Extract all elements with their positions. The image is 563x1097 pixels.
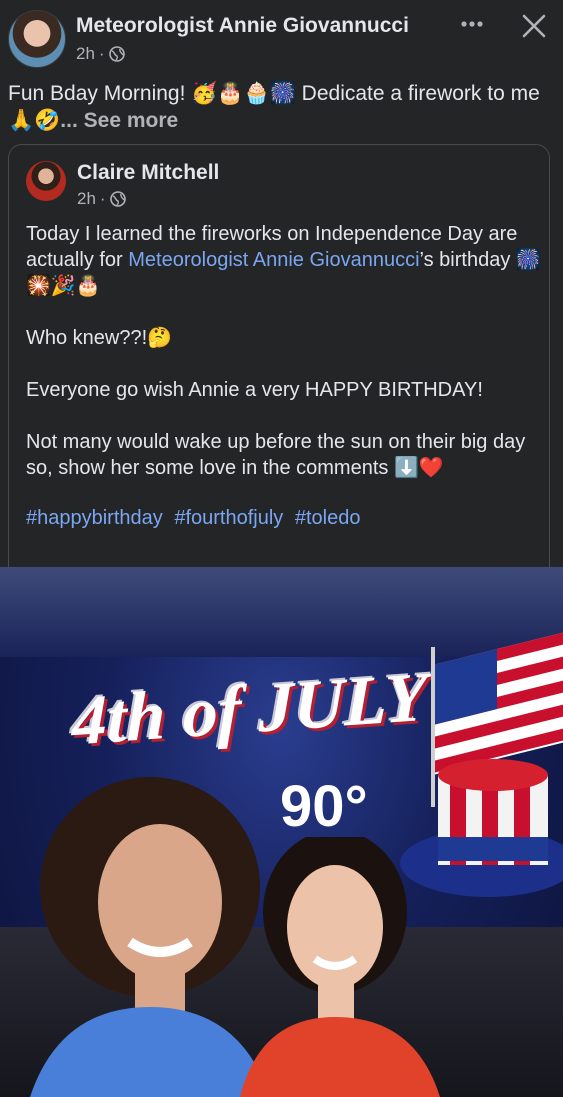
- shared-author-name[interactable]: Claire Mitchell: [77, 161, 219, 185]
- meta-separator: ·: [99, 189, 106, 208]
- person-right: [240, 837, 440, 1097]
- more-horizontal-icon: [461, 21, 483, 27]
- post-header: Meteorologist Annie Giovannucci 2h ·: [0, 0, 563, 76]
- close-icon: [522, 14, 546, 38]
- hashtag-list: #happybirthday #fourthofjuly #toledo: [26, 505, 541, 531]
- see-more-link[interactable]: ... See more: [60, 109, 178, 132]
- weather-banner-title: 4th of JULY: [72, 658, 428, 761]
- author-name[interactable]: Meteorologist Annie Giovannucci: [76, 14, 409, 38]
- mention-link[interactable]: Meteorologist Annie Giovannucci: [128, 249, 419, 271]
- globe-icon: [109, 191, 126, 207]
- hashtag-link[interactable]: #happybirthday: [26, 507, 163, 529]
- shared-paragraph-1: Today I learned the fireworks on Indepen…: [26, 221, 541, 299]
- post-time[interactable]: 2h: [76, 44, 95, 64]
- shared-paragraph-2: Who knew??!🤔: [26, 327, 173, 349]
- post-photo[interactable]: 4th of JULY 90°: [0, 567, 563, 1097]
- more-options-button[interactable]: [456, 8, 488, 40]
- shared-paragraph-4: Not many would wake up before the sun on…: [26, 431, 526, 479]
- close-button[interactable]: [516, 8, 552, 44]
- shared-post-card[interactable]: Claire Mitchell 2h · Today I learned the…: [8, 144, 550, 586]
- shared-post-meta: 2h ·: [77, 189, 126, 209]
- shared-post-body: Today I learned the fireworks on Indepen…: [26, 221, 541, 531]
- globe-icon: [108, 46, 125, 62]
- shared-author-avatar[interactable]: [26, 161, 66, 201]
- hashtag-link[interactable]: #toledo: [295, 507, 361, 529]
- shared-paragraph-3: Everyone go wish Annie a very HAPPY BIRT…: [26, 379, 483, 401]
- hashtag-link[interactable]: #fourthofjuly: [174, 507, 283, 529]
- author-avatar[interactable]: [8, 10, 66, 68]
- shared-post-time[interactable]: 2h: [77, 189, 96, 209]
- meta-separator: ·: [98, 44, 105, 63]
- post-caption: Fun Bday Morning! 🥳🎂🧁🎆 Dedicate a firewo…: [8, 80, 553, 134]
- post-meta: 2h ·: [76, 44, 125, 64]
- temperature-readout: 90°: [280, 774, 368, 839]
